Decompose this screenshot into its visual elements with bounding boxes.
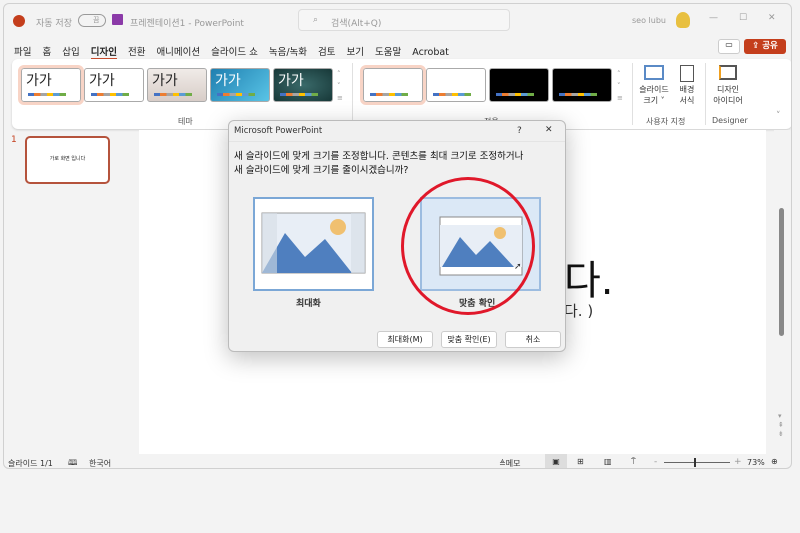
user-name: seo lubu [632,16,666,25]
slide-size-button[interactable]: 슬라이드크기 ˅ [636,65,672,106]
variant-scroll[interactable]: ˄ ˅ ≡ [617,68,623,104]
tab-slideshow[interactable]: 슬라이드 쇼 [211,47,258,58]
collapse-ribbon-icon[interactable]: ˅ [776,111,781,121]
maximize-image-icon [261,212,366,274]
theme-5[interactable]: 가가 [273,68,333,102]
zoom-level[interactable]: 73% [747,458,765,467]
search-input[interactable]: ⌕ 검색(Alt+Q) [298,9,510,31]
search-icon: ⌕ [313,15,319,25]
cancel-button[interactable]: 취소 [505,331,561,348]
normal-view-icon[interactable]: ▣ [545,454,567,468]
theme-4[interactable]: 가가 [210,68,270,102]
maximize-option[interactable] [253,197,374,291]
app-logo-icon [13,15,25,27]
zoom-slider[interactable]: - + [654,457,742,467]
variant-3[interactable] [489,68,549,102]
maximize-button[interactable]: 최대화(M) [377,331,433,348]
variant-2[interactable] [426,68,486,102]
minimize-button[interactable]: — [709,13,718,23]
slide-subtitle[interactable]: 다. ) [564,300,593,321]
tab-animations[interactable]: 애니메이션 [156,47,200,58]
variant-4[interactable] [552,68,612,102]
variant-1[interactable] [360,65,426,105]
autosave-label: 자동 저장 [36,19,72,29]
tab-view[interactable]: 보기 [347,47,364,58]
notes-label: 메모 [505,459,521,468]
tab-file[interactable]: 파일 [14,47,31,58]
dialog-title: Microsoft PowerPoint [234,126,323,136]
design-label: 디자인 [716,85,740,94]
slide-size-icon [644,65,664,80]
tab-insert[interactable]: 삽입 [62,47,79,58]
share-button[interactable]: ⇪ 공유 [744,39,786,54]
dialog-message-line2: 새 슬라이드에 맞게 크기를 줄이시겠습니까? [234,165,409,176]
share-label: 공유 [762,41,778,51]
tab-record[interactable]: 녹음/녹화 [269,47,307,58]
custom-group-label: 사용자 지정 [646,117,686,126]
reading-view-icon[interactable]: ▥ [604,457,612,466]
slideshow-icon[interactable]: ⍑ [631,457,636,467]
save-icon[interactable] [112,14,123,25]
theme-group-label: 테마 [178,117,193,126]
tab-home[interactable]: 홈 [42,47,51,58]
help-button[interactable]: ? [517,126,522,136]
notes-button[interactable]: ≜메모 [499,458,521,468]
designer-icon [719,65,737,80]
theme-3[interactable]: 가가 [147,68,207,102]
design-label2: 아이디어 [713,96,743,105]
design-ideas-button[interactable]: 디자인아이디어 [709,65,747,106]
maximize-button[interactable]: ☐ [739,13,747,23]
zoom-slider-thumb[interactable] [693,458,696,467]
slide-size-label: 슬라이드 [639,85,669,94]
designer-group-label: Designer [712,116,748,125]
comments-button[interactable]: ▭ [718,39,740,54]
tab-acrobat[interactable]: Acrobat [412,47,449,58]
format-background-button[interactable]: 배경서식 [674,65,700,106]
theme-scroll[interactable]: ˄ ˅ ≡ [337,68,343,104]
accessibility-icon[interactable]: 🕮 [68,457,77,468]
thumbnail-text: 가로 화면 입니다 [49,156,86,162]
dialog-message-line1: 새 슬라이드에 맞게 크기를 조정합니다. 콘텐츠를 최대 크기로 조정하거나 [234,151,524,162]
slide-counter: 슬라이드 1/1 [8,459,53,468]
autosave-toggle[interactable]: 끔 [78,14,106,27]
document-title: 프레젠테이션1 - PowerPoint [130,19,244,29]
vertical-scrollbar[interactable]: ▾ ⇞ ⇟ [774,130,790,454]
slide-title[interactable]: 다. [564,248,614,306]
search-placeholder: 검색(Alt+Q) [331,19,382,29]
red-highlight-circle [401,177,535,315]
ensure-fit-button[interactable]: 맞춤 확인(E) [441,331,497,348]
tab-help[interactable]: 도움말 [375,47,401,58]
tab-transitions[interactable]: 전환 [128,47,145,58]
theme-sample: 가가 [26,73,52,89]
tab-review[interactable]: 검토 [318,47,335,58]
maximize-option-label[interactable]: 최대화 [296,296,321,309]
language[interactable]: 한국어 [89,458,111,468]
slide-sorter-icon[interactable]: ⊞ [577,457,584,466]
fit-to-window-icon[interactable]: ⊕ [771,457,778,466]
theme-sample: 가가 [215,73,241,89]
bg-label: 배경 [679,85,695,94]
theme-sample: 가가 [89,73,115,89]
theme-sample: 가가 [278,73,304,89]
slide-thumbnail[interactable]: 가로 화면 입니다 [25,136,110,184]
theme-office[interactable]: 가가 [18,65,84,105]
dialog-close-button[interactable]: ✕ [545,125,553,135]
slide-size-label2: 크기 ˅ [643,96,665,105]
ribbon-tabs: 파일 홈 삽입 디자인 전환 애니메이션 슬라이드 쇼 녹음/녹화 검토 보기 도움말 Acrobat [14,40,460,60]
theme-sample: 가가 [152,73,178,89]
close-button[interactable]: ✕ [768,13,776,23]
slide-number: 1 [11,135,17,145]
bg-label2: 서식 [679,96,695,105]
format-background-icon [680,65,694,82]
toggle-state: 끔 [93,16,100,24]
avatar[interactable] [676,12,690,28]
theme-2[interactable]: 가가 [84,68,144,102]
ribbon: 가가 가가 가가 가가 가가 ˄˅≡ 테마 ˄˅≡ 적용 슬라이드크기 ˅ 배경… [12,59,791,129]
